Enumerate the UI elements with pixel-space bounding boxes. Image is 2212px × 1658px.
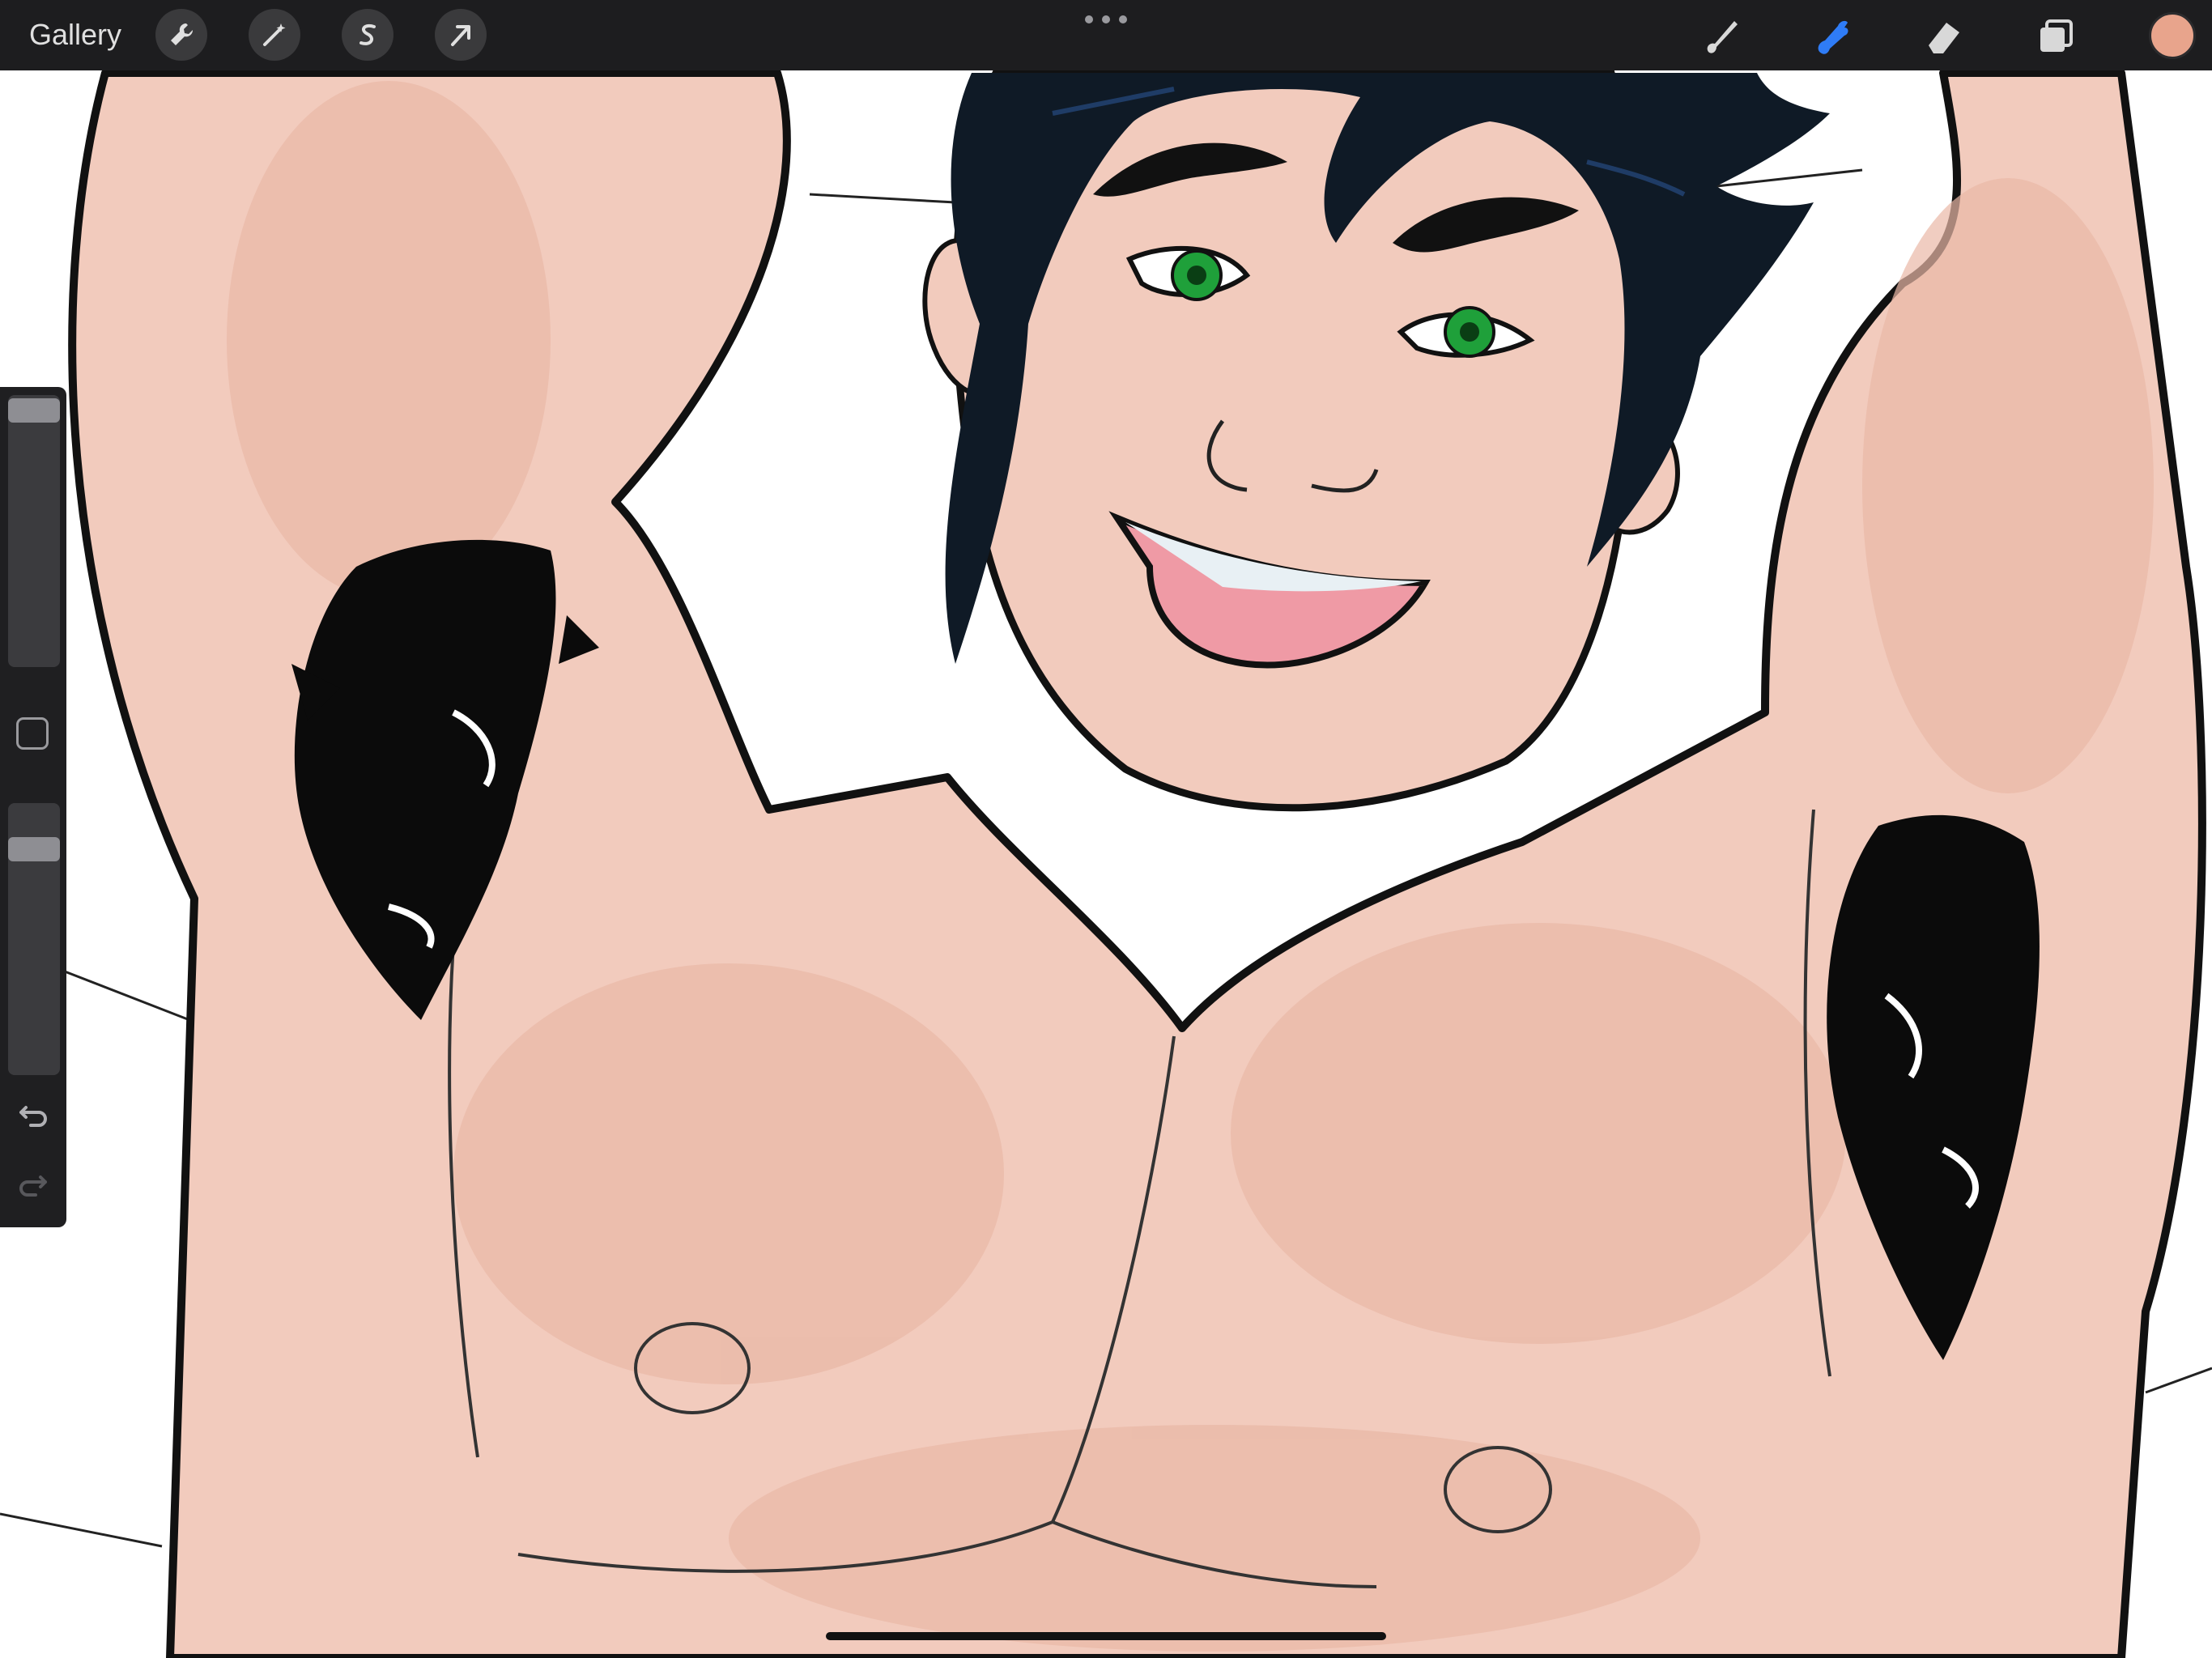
drawing-canvas[interactable] <box>0 0 2212 1658</box>
opacity-slider[interactable] <box>8 803 60 1075</box>
layers-icon[interactable] <box>2032 13 2079 60</box>
opacity-thumb[interactable] <box>8 837 60 861</box>
brush-icon[interactable] <box>1697 13 1744 60</box>
undo-icon[interactable] <box>15 1096 52 1133</box>
magic-wand-icon[interactable] <box>249 9 300 61</box>
smudge-icon[interactable] <box>1809 13 1856 60</box>
eraser-icon[interactable] <box>1921 13 1967 60</box>
more-options-icon[interactable] <box>1085 8 1127 31</box>
home-indicator[interactable] <box>826 1632 1386 1640</box>
redo-icon[interactable] <box>15 1166 52 1203</box>
left-sidebar <box>0 387 66 1227</box>
transform-arrow-icon[interactable] <box>435 9 487 61</box>
modify-button[interactable] <box>16 717 49 750</box>
selection-s-icon[interactable] <box>342 9 393 61</box>
gallery-button[interactable]: Gallery <box>29 15 121 55</box>
brush-size-thumb[interactable] <box>8 398 60 423</box>
color-swatch[interactable] <box>2149 12 2196 59</box>
brush-size-slider[interactable] <box>8 395 60 667</box>
wrench-icon[interactable] <box>155 9 207 61</box>
top-toolbar: Gallery <box>0 0 2212 70</box>
artwork <box>0 69 2212 1658</box>
